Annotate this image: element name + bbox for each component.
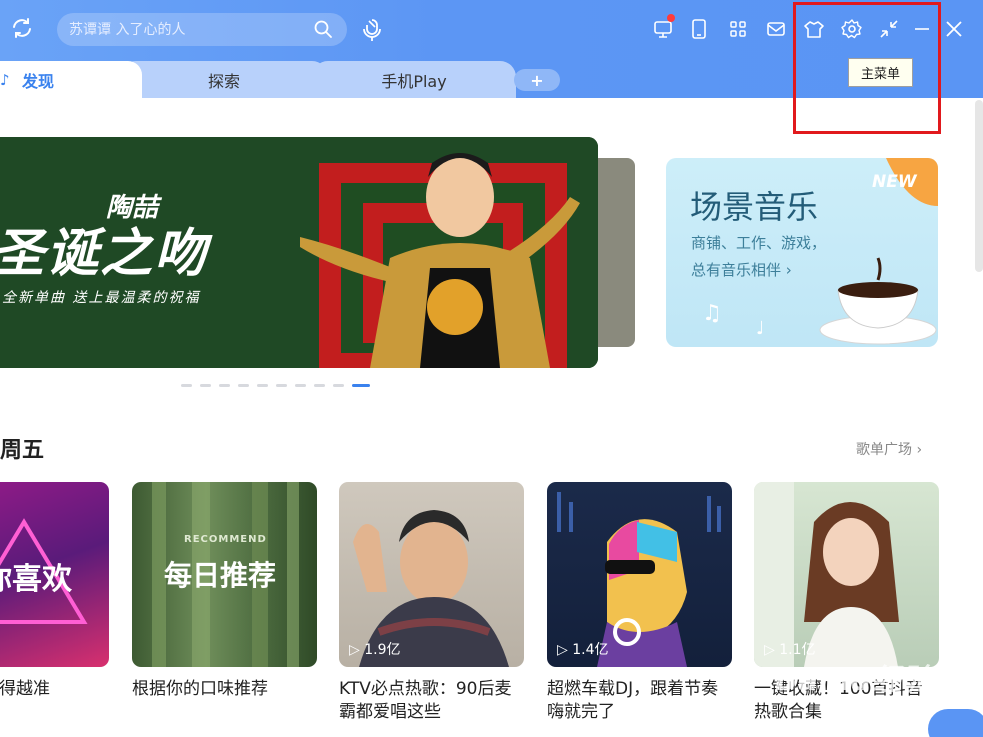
playlist-cover[interactable]: 你喜欢 (0, 482, 109, 667)
watermark: Baidu经验 (775, 663, 932, 698)
carousel-dot[interactable] (219, 384, 230, 387)
playlist-title[interactable]: 根据你的口味推荐 (132, 678, 312, 701)
carousel-indicator (181, 384, 370, 387)
mobile-icon[interactable] (688, 18, 710, 40)
music-notes-decoration: ♫ ♪ (702, 301, 762, 338)
svg-text:♪: ♪ (756, 318, 762, 338)
mail-icon[interactable] (765, 18, 787, 40)
svg-text:♫: ♫ (702, 301, 722, 326)
search-input[interactable] (69, 19, 309, 40)
scene-description-link: 总有音乐相伴 › (691, 261, 792, 279)
music-note-icon: ♪ (0, 71, 10, 89)
carousel-dot[interactable] (238, 384, 249, 387)
carousel-dot[interactable] (333, 384, 344, 387)
playlist-cover[interactable]: ▷ 1.4亿 (547, 482, 732, 667)
banner-subtitle: 全新单曲 送上最温柔的祝福 (2, 290, 201, 306)
tab-label: 探索 (207, 71, 240, 91)
search-box[interactable] (57, 13, 347, 46)
playlist-cover[interactable]: ▷ 1.9亿 (339, 482, 524, 667)
playlist-title[interactable]: KTV必点热歌：90后麦霸都爱唱这些 (339, 678, 519, 724)
playlist-title[interactable]: 超燃车载DJ，跟着节奏嗨就完了 (547, 678, 727, 724)
close-icon[interactable] (943, 18, 965, 40)
banner-slide[interactable]: 陶喆 圣诞之吻 全新单曲 送上最温柔的祝福 (0, 137, 598, 368)
playlist-square-link[interactable]: 歌单广场 › (856, 439, 922, 459)
banner-title: 圣诞之吻 (0, 223, 209, 284)
carousel-dot[interactable] (181, 384, 192, 387)
notification-dot (667, 14, 675, 22)
search-icon[interactable] (313, 19, 333, 39)
refresh-icon[interactable] (8, 14, 36, 42)
apps-grid-icon[interactable] (727, 18, 749, 40)
phone-connect-button[interactable] (928, 709, 983, 737)
cover-text: 你喜欢 (0, 562, 72, 597)
scene-title: 场景音乐 (690, 188, 819, 226)
scrollbar[interactable] (975, 100, 983, 272)
tab-label: 手机Play (381, 71, 447, 91)
cover-text: 每日推荐 (164, 559, 277, 592)
coffee-cup-icon (819, 257, 937, 345)
scene-description: 商铺、工作、游戏， (691, 234, 827, 252)
carousel-dot[interactable] (314, 384, 325, 387)
playlist-cover[interactable]: ▷ 1.1亿 (754, 482, 939, 667)
add-tab-button[interactable]: + (514, 69, 560, 91)
voice-search-icon[interactable] (361, 17, 383, 43)
play-count: ▷ 1.4亿 (557, 642, 609, 658)
carousel-dot[interactable] (276, 384, 287, 387)
carousel-dot[interactable] (257, 384, 268, 387)
play-count: ▷ 1.9亿 (349, 642, 401, 658)
tab-discover[interactable]: ♪ 发现 (0, 61, 142, 98)
section-title: 周五 (0, 432, 44, 464)
tab-phone-play[interactable]: 手机Play (312, 61, 516, 98)
new-badge-label: NEW (872, 172, 917, 192)
carousel-dot[interactable] (295, 384, 306, 387)
playlist-cover[interactable]: RECOMMEND 每日推荐 (132, 482, 317, 667)
section-title-text: 周五 (0, 438, 45, 463)
tab-explore[interactable]: 探索 (120, 61, 328, 98)
scene-music-card[interactable]: 场景音乐 商铺、工作、游戏， 总有音乐相伴 › NEW ♫ ♪ (666, 158, 938, 347)
carousel-dot[interactable] (352, 384, 370, 387)
cover-subtext: RECOMMEND (184, 534, 267, 545)
play-count-value: 1.9亿 (364, 642, 401, 658)
tab-label: 发现 (22, 71, 55, 91)
play-count-value: 1.4亿 (572, 642, 609, 658)
main-menu-tooltip: 主菜单 (848, 58, 913, 87)
carousel-dot[interactable] (200, 384, 211, 387)
music-app-window: 探索 手机Play ♪ 发现 + 主菜单 (0, 0, 983, 737)
